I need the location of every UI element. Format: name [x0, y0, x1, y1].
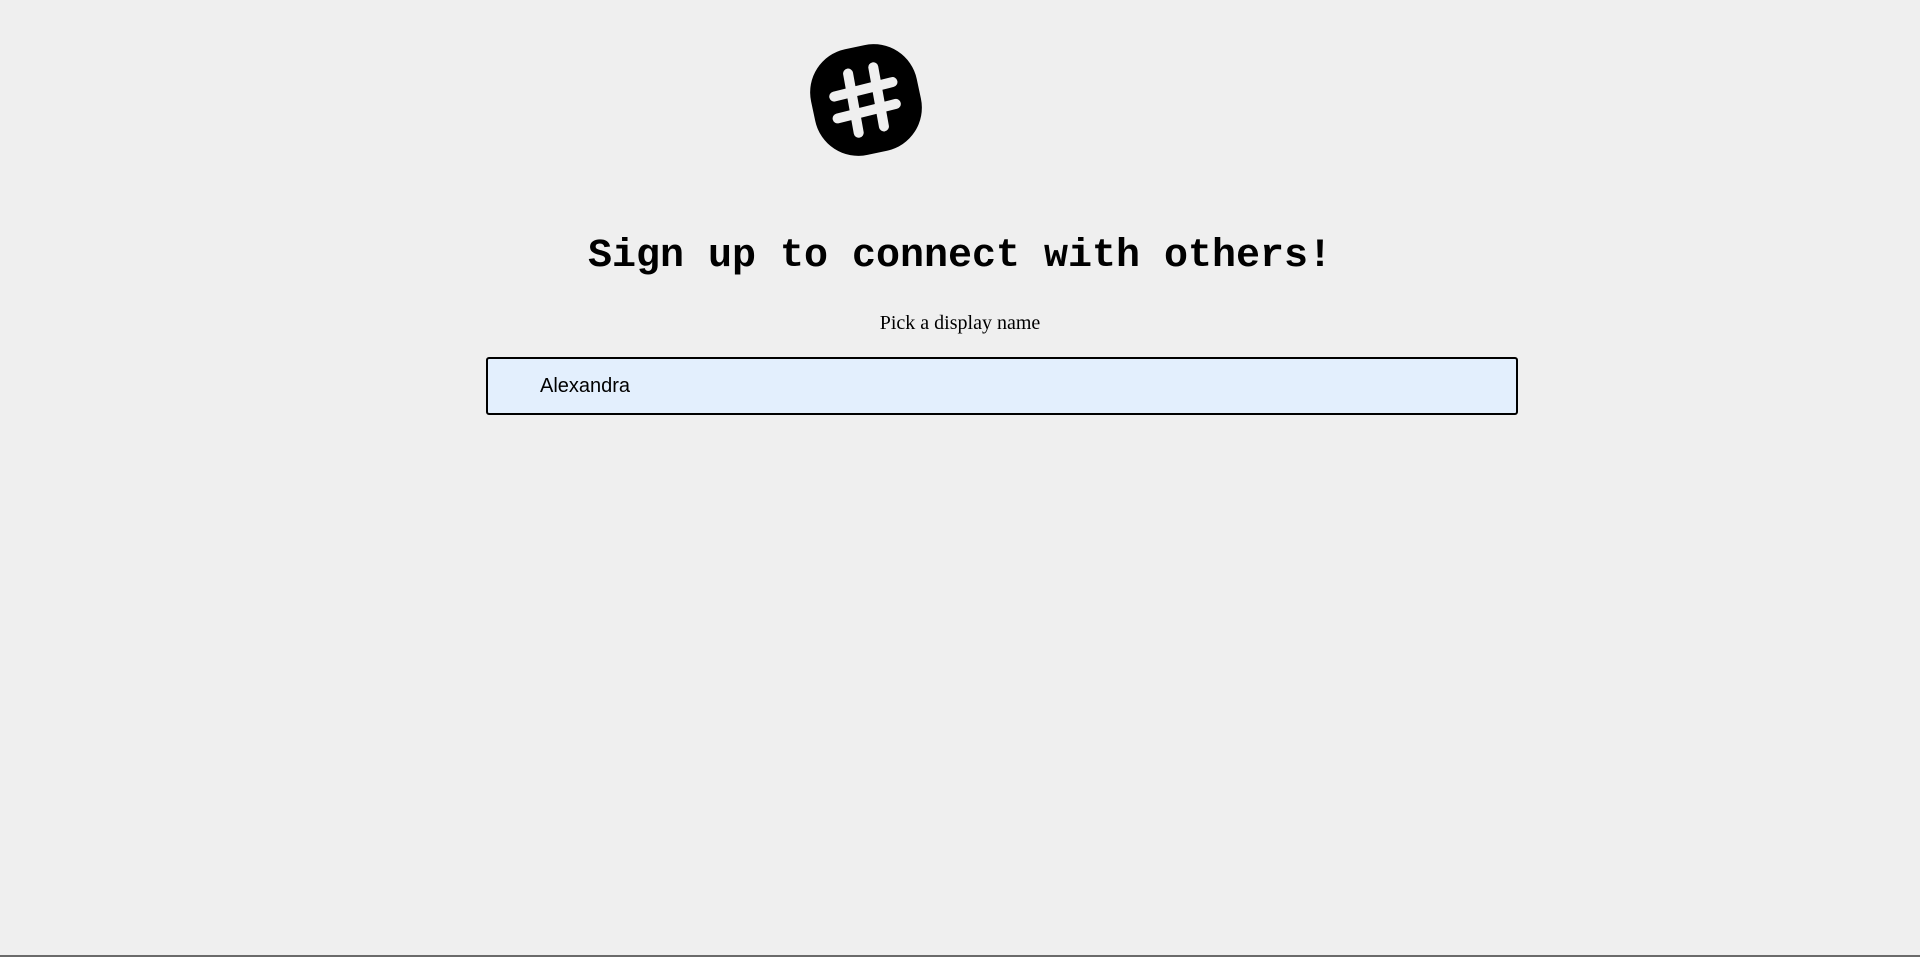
signup-page: Sign up to connect with others! Pick a d…: [0, 0, 1920, 957]
page-title: Sign up to connect with others!: [587, 234, 1333, 279]
display-name-input[interactable]: [486, 357, 1518, 415]
hashtag-icon: [810, 44, 922, 156]
display-name-label: Pick a display name: [879, 312, 1041, 334]
